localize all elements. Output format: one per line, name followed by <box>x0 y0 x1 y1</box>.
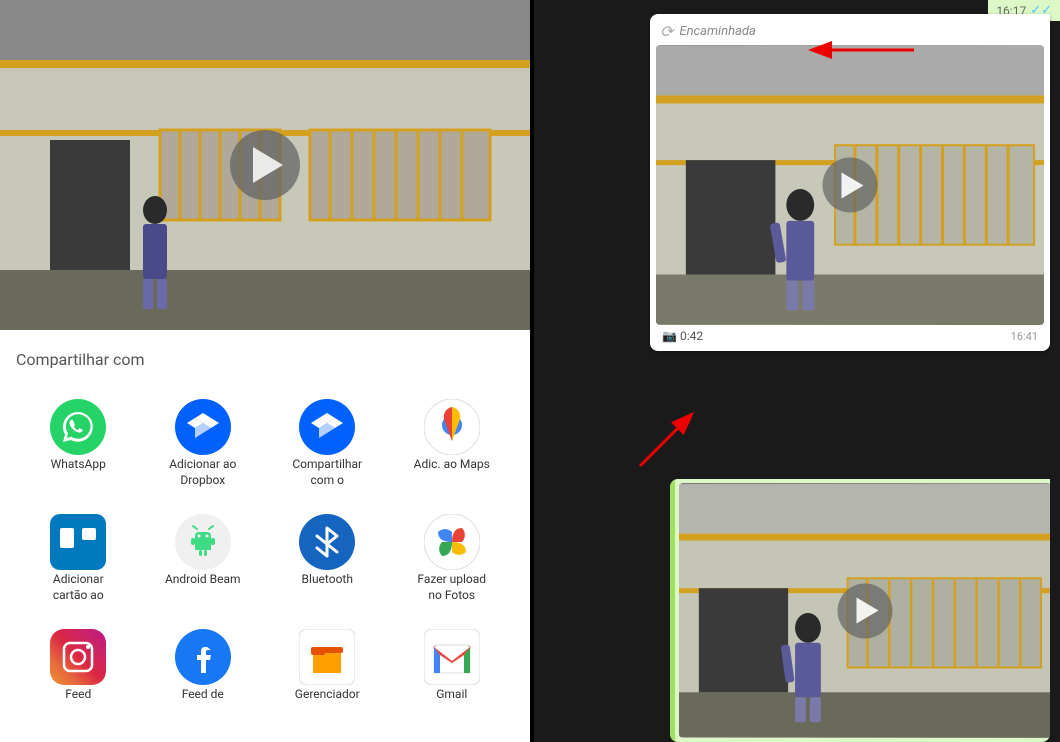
app-instagram-label: Feed <box>65 687 91 703</box>
second-message-bubble <box>670 479 1050 742</box>
video-duration: 📷 0:42 <box>662 329 703 343</box>
app-dropbox-add[interactable]: Adicionar aoDropbox <box>141 387 266 498</box>
camera-icon: 📷 <box>662 329 677 343</box>
message-footer-top: 📷 0:42 16:41 <box>656 325 1044 345</box>
app-maps[interactable]: Adic. ao Maps <box>390 387 515 498</box>
left-panel: Compartilhar com WhatsApp <box>0 0 530 742</box>
app-whatsapp-label: WhatsApp <box>51 457 106 473</box>
green-border-accent <box>670 479 675 742</box>
play-triangle-bottom-icon <box>856 598 878 624</box>
play-button[interactable] <box>230 130 300 200</box>
instagram-icon <box>48 627 108 687</box>
app-gmail-label: Gmail <box>436 687 467 703</box>
video-thumbnail-top[interactable] <box>656 45 1044 325</box>
bluetooth-icon <box>297 512 357 572</box>
dropbox-add-icon <box>173 397 233 457</box>
maps-icon <box>422 397 482 457</box>
play-button-bottom[interactable] <box>838 583 893 638</box>
app-photos[interactable]: Fazer uploadno Fotos <box>390 502 515 613</box>
android-beam-icon <box>173 512 233 572</box>
whatsapp-icon <box>48 397 108 457</box>
play-triangle-icon <box>253 147 283 183</box>
photos-icon <box>422 512 482 572</box>
app-files-label: Gerenciador <box>295 687 360 703</box>
play-triangle-top-icon <box>841 172 863 198</box>
app-android-beam-label: Android Beam <box>165 572 241 588</box>
app-trello-label: Adicionarcartão ao <box>53 572 104 603</box>
red-arrow-2 <box>630 396 720 480</box>
app-trello[interactable]: Adicionarcartão ao <box>16 502 141 613</box>
app-facebook[interactable]: Feed de <box>141 617 266 713</box>
video-preview[interactable] <box>0 0 530 330</box>
app-facebook-label: Feed de <box>182 687 224 703</box>
app-bluetooth[interactable]: Bluetooth <box>265 502 390 613</box>
video-thumbnail-bottom[interactable] <box>679 483 1050 738</box>
app-dropbox-share[interactable]: Compartilharcom o <box>265 387 390 498</box>
app-android-beam[interactable]: Android Beam <box>141 502 266 613</box>
app-bluetooth-label: Bluetooth <box>302 572 353 588</box>
play-button-top[interactable] <box>823 158 878 213</box>
facebook-icon <box>173 627 233 687</box>
share-section: Compartilhar com WhatsApp <box>0 330 530 742</box>
red-arrow-1 <box>804 35 924 69</box>
files-icon <box>297 627 357 687</box>
app-dropbox-add-label: Adicionar aoDropbox <box>169 457 236 488</box>
duration-value: 0:42 <box>680 329 703 343</box>
trello-icon <box>48 512 108 572</box>
apps-grid: WhatsApp Adicionar aoDropbox <box>16 387 514 713</box>
app-files[interactable]: Gerenciador <box>265 617 390 713</box>
message-time-value: 16:41 <box>1011 330 1038 343</box>
app-dropbox-share-label: Compartilharcom o <box>292 457 362 488</box>
chat-background: 16:17 ✓✓ ⟳ Encaminhada <box>534 0 1060 742</box>
app-gmail[interactable]: Gmail <box>390 617 515 713</box>
forwarded-text: Encaminhada <box>679 24 755 39</box>
app-instagram[interactable]: Feed <box>16 617 141 713</box>
gmail-icon <box>422 627 482 687</box>
app-whatsapp[interactable]: WhatsApp <box>16 387 141 498</box>
share-title: Compartilhar com <box>16 350 514 369</box>
forward-icon: ⟳ <box>660 22 673 41</box>
right-panel: 16:17 ✓✓ ⟳ Encaminhada <box>534 0 1060 742</box>
app-photos-label: Fazer uploadno Fotos <box>417 572 486 603</box>
dropbox-share-icon <box>297 397 357 457</box>
app-maps-label: Adic. ao Maps <box>414 457 490 473</box>
